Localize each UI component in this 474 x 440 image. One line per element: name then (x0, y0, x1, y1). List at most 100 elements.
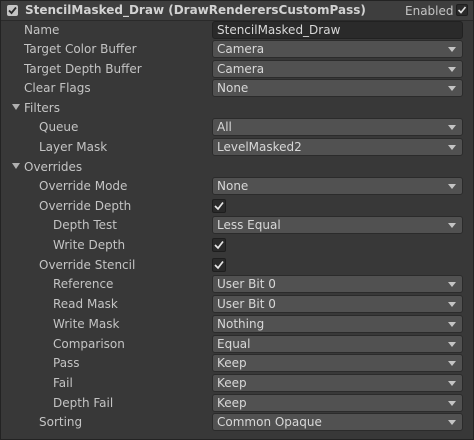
override-depth-checkbox[interactable] (212, 199, 226, 213)
write-mask-label: Write Mask (53, 317, 120, 331)
pass-value: Keep (217, 356, 247, 370)
read-mask-label: Read Mask (53, 297, 118, 311)
row-pass: Pass Keep (1, 353, 473, 373)
depth-test-value: Less Equal (217, 218, 281, 232)
row-queue: Queue All (1, 117, 473, 137)
enabled-checkbox[interactable] (456, 4, 468, 16)
filters-foldout[interactable]: Filters (1, 98, 473, 118)
layer-mask-dropdown[interactable]: LevelMasked2 (212, 138, 463, 156)
sorting-dropdown[interactable]: Common Opaque (212, 413, 463, 431)
row-name: Name StencilMasked_Draw (1, 20, 473, 40)
chevron-down-icon (448, 401, 456, 406)
clear-flags-label: Clear Flags (24, 81, 91, 95)
chevron-down-icon (448, 342, 456, 347)
reference-value: User Bit 0 (217, 277, 276, 291)
chevron-down-icon (448, 302, 456, 307)
target-color-buffer-dropdown[interactable]: Camera (212, 40, 463, 58)
chevron-down-icon (448, 184, 456, 189)
row-override-stencil: Override Stencil (1, 255, 473, 275)
overrides-label: Overrides (24, 160, 83, 174)
reference-dropdown[interactable]: User Bit 0 (212, 275, 463, 293)
write-mask-value: Nothing (217, 317, 265, 331)
row-read-mask: Read Mask User Bit 0 (1, 294, 473, 314)
chevron-down-icon (448, 86, 456, 91)
chevron-down-icon (448, 381, 456, 386)
override-stencil-checkbox[interactable] (212, 258, 226, 272)
row-fail: Fail Keep (1, 373, 473, 393)
chevron-down-icon (448, 125, 456, 130)
row-depth-test: Depth Test Less Equal (1, 215, 473, 235)
name-text-field[interactable]: StencilMasked_Draw (212, 21, 463, 39)
row-write-mask: Write Mask Nothing (1, 314, 473, 334)
overrides-foldout[interactable]: Overrides (1, 157, 473, 177)
target-color-buffer-value: Camera (217, 42, 265, 56)
row-sorting: Sorting Common Opaque (1, 412, 473, 432)
reference-label: Reference (53, 277, 114, 291)
override-depth-label: Override Depth (39, 199, 132, 213)
pass-dropdown[interactable]: Keep (212, 354, 463, 372)
fail-label: Fail (53, 376, 73, 390)
depth-fail-dropdown[interactable]: Keep (212, 394, 463, 412)
foldout-arrow-icon[interactable] (12, 104, 20, 110)
clear-flags-value: None (217, 81, 249, 95)
override-mode-value: None (217, 179, 249, 193)
row-reference: Reference User Bit 0 (1, 274, 473, 294)
fail-value: Keep (217, 376, 247, 390)
target-depth-buffer-dropdown[interactable]: Camera (212, 60, 463, 78)
override-stencil-label: Override Stencil (39, 258, 136, 272)
sorting-value: Common Opaque (217, 415, 322, 429)
chevron-down-icon (448, 47, 456, 52)
pass-title: StencilMasked_Draw (DrawRenderersCustomP… (25, 3, 366, 17)
chevron-down-icon (448, 322, 456, 327)
override-mode-label: Override Mode (39, 179, 128, 193)
filters-label: Filters (24, 101, 60, 115)
enabled-label: Enabled (405, 4, 454, 18)
chevron-down-icon (448, 223, 456, 228)
foldout-arrow-icon[interactable] (12, 163, 20, 169)
row-clear-flags: Clear Flags None (1, 78, 473, 98)
comparison-value: Equal (217, 337, 251, 351)
depth-test-dropdown[interactable]: Less Equal (212, 216, 463, 234)
layer-mask-label: Layer Mask (39, 140, 108, 154)
row-target-depth-buffer: Target Depth Buffer Camera (1, 59, 473, 79)
name-label: Name (24, 23, 60, 37)
row-override-mode: Override Mode None (1, 176, 473, 196)
comparison-dropdown[interactable]: Equal (212, 335, 463, 353)
target-depth-buffer-value: Camera (217, 62, 265, 76)
depth-fail-value: Keep (217, 396, 247, 410)
queue-label: Queue (39, 120, 79, 134)
name-value: StencilMasked_Draw (217, 23, 341, 37)
custom-pass-inspector: StencilMasked_Draw (DrawRenderersCustomP… (0, 0, 474, 440)
row-write-depth: Write Depth (1, 235, 473, 255)
write-depth-checkbox[interactable] (212, 238, 226, 252)
target-depth-buffer-label: Target Depth Buffer (24, 62, 142, 76)
sorting-label: Sorting (39, 415, 83, 429)
queue-value: All (217, 120, 232, 134)
checkmark-icon (214, 240, 224, 250)
read-mask-dropdown[interactable]: User Bit 0 (212, 295, 463, 313)
target-color-buffer-label: Target Color Buffer (24, 42, 137, 56)
pass-label: Pass (53, 356, 80, 370)
write-mask-dropdown[interactable]: Nothing (212, 315, 463, 333)
row-comparison: Comparison Equal (1, 334, 473, 354)
checkmark-icon (457, 6, 467, 14)
layer-mask-value: LevelMasked2 (217, 140, 302, 154)
pass-header[interactable]: StencilMasked_Draw (DrawRenderersCustomP… (1, 1, 473, 21)
queue-dropdown[interactable]: All (212, 118, 463, 136)
checkmark-icon (214, 260, 224, 270)
collapse-toggle-icon[interactable] (7, 5, 18, 16)
row-layer-mask: Layer Mask LevelMasked2 (1, 137, 473, 157)
write-depth-label: Write Depth (53, 238, 126, 252)
chevron-down-icon (448, 282, 456, 287)
checkmark-icon (214, 201, 224, 211)
chevron-down-icon (448, 361, 456, 366)
override-mode-dropdown[interactable]: None (212, 177, 463, 195)
fail-dropdown[interactable]: Keep (212, 374, 463, 392)
row-override-depth: Override Depth (1, 196, 473, 216)
chevron-down-icon (448, 67, 456, 72)
read-mask-value: User Bit 0 (217, 297, 276, 311)
row-target-color-buffer: Target Color Buffer Camera (1, 39, 473, 59)
depth-test-label: Depth Test (53, 218, 117, 232)
comparison-label: Comparison (53, 337, 125, 351)
clear-flags-dropdown[interactable]: None (212, 79, 463, 97)
